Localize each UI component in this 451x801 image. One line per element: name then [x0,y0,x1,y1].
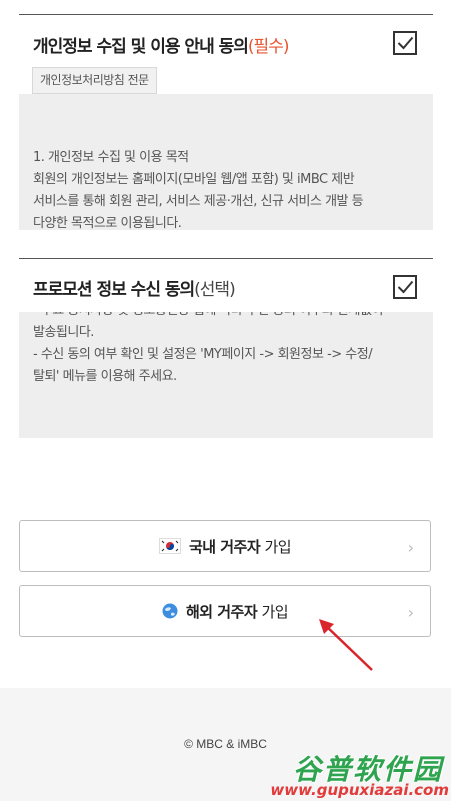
privacy-title: 개인정보 수집 및 이용 안내 동의(필수) [33,32,290,57]
checkmark-icon [397,280,414,294]
korea-flag-icon [158,537,181,558]
domestic-join-text: 국내 거주자 [188,538,261,556]
checkmark-icon [397,36,414,50]
watermark-url: www.gupuxiazai.com [270,781,449,799]
divider [19,14,433,15]
privacy-checkbox[interactable] [393,31,417,55]
privacy-title-text: 개인정보 수집 및 이용 안내 동의 [33,37,249,57]
privacy-line: 회원의 개인정보는 홈페이지(모바일 웹/앱 포함) 및 iMBC 제반 [33,172,355,187]
terms-card: 개인정보 수집 및 이용 안내 동의(필수) 개인정보처리방침 전문 1. 개인… [0,0,451,688]
promotion-text-box[interactable]: - 주요 공지사항 및 정보통신망 법에 따라 수신 동의 여부와 관계없이 발… [19,312,433,438]
annotation-arrow-icon [319,619,373,671]
chevron-right-icon: › [407,538,414,557]
domestic-join-suffix: 가입 [260,538,292,556]
promotion-line: 탈퇴' 메뉴를 이용해 주세요. [33,369,177,384]
domestic-join-button[interactable]: 국내 거주자 가입 › [19,520,431,572]
promotion-title: 프로모션 정보 수신 동의(선택) [33,275,236,300]
overseas-join-suffix: 가입 [257,603,289,621]
promotion-checkbox[interactable] [393,275,417,299]
promotion-title-text: 프로모션 정보 수신 동의 [33,280,195,300]
privacy-line: 1. 개인정보 수집 및 이용 목적 [33,150,189,165]
privacy-line: 다양한 목적으로 이용됩니다. [33,216,182,230]
promotion-section: 프로모션 정보 수신 동의(선택) - 주요 공지사항 및 정보통신망 법에 따… [19,258,433,438]
promotion-line: - 수신 동의 여부 확인 및 설정은 'MY페이지 -> 회원정보 -> 수정… [33,347,373,362]
globe-icon [162,603,178,623]
promotion-line: 발송됩니다. [33,325,94,340]
watermark: 谷普软件园 www.gupuxiazai.com [247,748,451,801]
required-badge: (필수) [247,37,290,57]
privacy-line: 서비스를 통해 회원 관리, 서비스 제공·개선, 신규 서비스 개발 등 [33,194,364,209]
divider [19,258,433,259]
chevron-right-icon: › [407,603,414,622]
overseas-join-text: 해외 거주자 [185,603,258,621]
promotion-line: - 주요 공지사항 및 정보통신망 법에 따라 수신 동의 여부와 관계없이 [33,312,419,322]
privacy-text-box[interactable]: 1. 개인정보 수집 및 이용 목적 회원의 개인정보는 홈페이지(모바일 웹/… [19,94,433,230]
optional-badge: (선택) [194,280,236,300]
privacy-policy-button[interactable]: 개인정보처리방침 전문 [32,67,157,94]
domestic-join-label: 국내 거주자 가입 [20,536,430,558]
privacy-section: 개인정보 수집 및 이용 안내 동의(필수) 개인정보처리방침 전문 1. 개인… [19,14,433,230]
